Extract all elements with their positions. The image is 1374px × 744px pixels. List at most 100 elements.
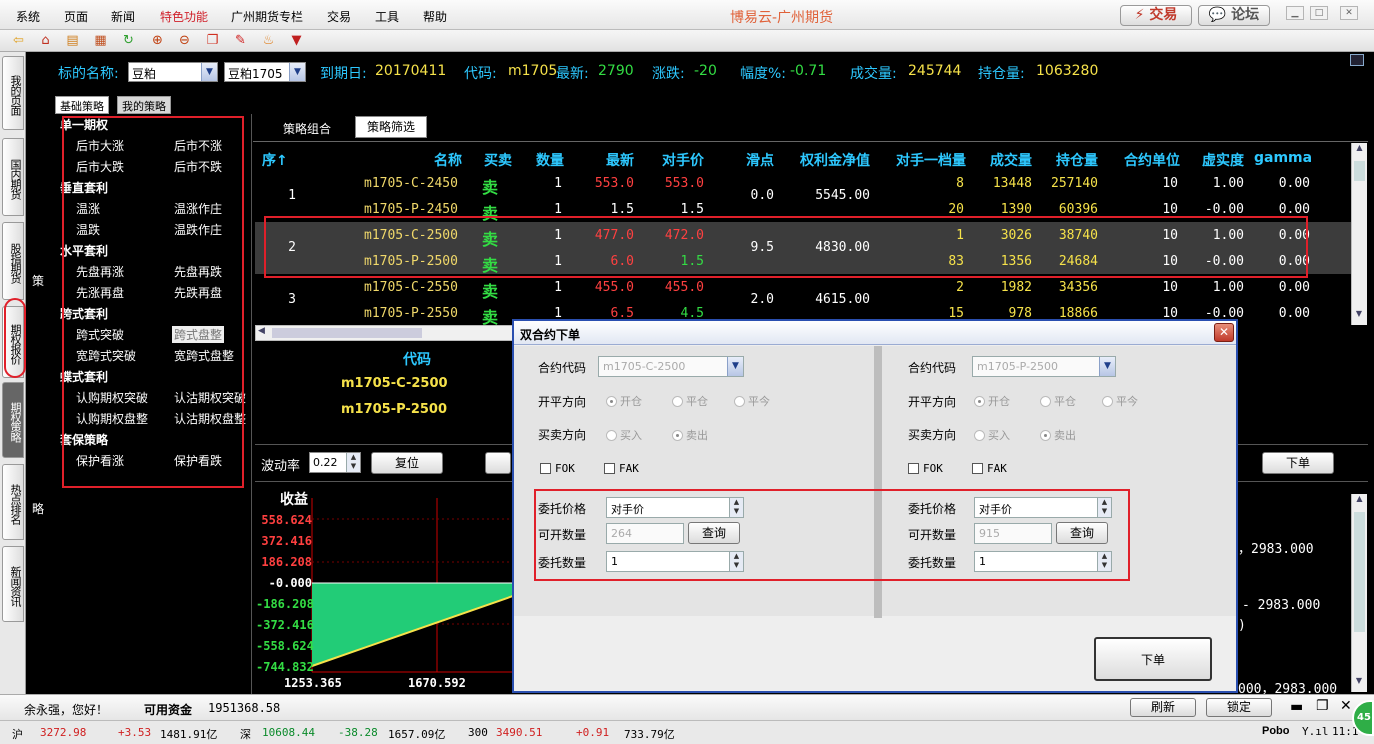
order-button[interactable]: 下单 bbox=[1262, 452, 1334, 474]
right-fok-checkbox[interactable]: FOK bbox=[908, 462, 943, 475]
tab-strategy-filter[interactable]: 策略筛选 bbox=[355, 116, 427, 138]
back-arrow-icon[interactable]: ⇦ bbox=[10, 33, 27, 49]
greeting: 余永强，您好！ bbox=[24, 703, 109, 717]
right-sell-radio[interactable]: 卖出 bbox=[1040, 427, 1076, 443]
menu-trade[interactable]: 交易 bbox=[327, 8, 351, 25]
menu-gzfutures[interactable]: 广州期货专栏 bbox=[231, 8, 303, 25]
menu-features[interactable]: 特色功能 bbox=[160, 8, 208, 25]
refresh-button[interactable]: 刷新 bbox=[1130, 698, 1196, 717]
row-slip: 2.0 bbox=[750, 292, 774, 307]
nav-index-futures[interactable]: 股指期货 bbox=[2, 222, 24, 300]
col-name[interactable]: 名称 bbox=[420, 150, 462, 170]
left-close-today-radio[interactable]: 平今 bbox=[734, 393, 770, 409]
col-premium[interactable]: 权利金净值 bbox=[790, 150, 870, 170]
close-icon[interactable]: ✕ bbox=[1340, 6, 1358, 20]
cell-name: m1705-C-2550 bbox=[364, 280, 458, 295]
vol-input[interactable]: 0.22 ▲ ▼ bbox=[309, 452, 361, 473]
menu-tools[interactable]: 工具 bbox=[375, 8, 399, 25]
col-opp[interactable]: 对手价 bbox=[654, 150, 704, 170]
cell-oi: 60396 bbox=[1058, 202, 1098, 217]
tab-basic-strategy[interactable]: 基础策略 bbox=[55, 96, 109, 114]
y-tick: -372.416 bbox=[256, 618, 314, 632]
minimize-icon[interactable]: ▬ bbox=[1290, 699, 1303, 715]
nav-news[interactable]: 新闻资讯 bbox=[2, 546, 24, 622]
right-qty-input[interactable]: 1 ▲ ▼ bbox=[974, 551, 1112, 572]
right-close-radio[interactable]: 平仓 bbox=[1040, 393, 1076, 409]
right-buy-radio[interactable]: 买入 bbox=[974, 427, 1010, 443]
col-vol[interactable]: 成交量 bbox=[982, 150, 1032, 170]
menu-news[interactable]: 新闻 bbox=[111, 8, 135, 25]
forum-button[interactable]: 💬 论坛 bbox=[1198, 5, 1270, 26]
menu-system[interactable]: 系统 bbox=[16, 8, 40, 25]
cell-gamma: 0.00 bbox=[1278, 280, 1310, 295]
right-code-select[interactable]: m1705-P-2500 ▼ bbox=[972, 356, 1116, 377]
right-scrollbar[interactable]: ▲ ▼ bbox=[1351, 494, 1367, 692]
right-price-select[interactable]: 对手价 ▲ ▼ bbox=[974, 497, 1112, 518]
left-buy-radio[interactable]: 买入 bbox=[606, 427, 642, 443]
tab-strategy-combo[interactable]: 策略组合 bbox=[283, 120, 331, 137]
detail-panel: 代码 m1705-C-2500 m1705-P-2500 bbox=[255, 342, 513, 442]
lock-button[interactable]: 锁定 bbox=[1206, 698, 1272, 717]
reset-button[interactable]: 复位 bbox=[371, 452, 443, 474]
col-last[interactable]: 最新 bbox=[596, 150, 634, 170]
volume-value: 245744 bbox=[908, 63, 962, 79]
left-fak-checkbox[interactable]: FAK bbox=[604, 462, 639, 475]
nav-hot-ranking[interactable]: 热点排名 bbox=[2, 464, 24, 540]
close-icon[interactable]: ✕ bbox=[1340, 698, 1352, 714]
left-code-select[interactable]: m1705-C-2500 ▼ bbox=[598, 356, 744, 377]
book-icon[interactable]: ▤ bbox=[64, 33, 81, 49]
tab-my-strategy[interactable]: 我的策略 bbox=[117, 96, 171, 114]
cell-name: m1705-P-2450 bbox=[364, 202, 458, 217]
strategy-list-highlight bbox=[62, 116, 244, 488]
left-open-radio[interactable]: 开仓 bbox=[606, 393, 642, 409]
y-tick: 372.416 bbox=[261, 534, 312, 548]
table-hscrollbar[interactable]: ◀ bbox=[255, 325, 515, 341]
table-scrollbar[interactable]: ▲ ▼ bbox=[1351, 143, 1367, 325]
zoom-out-icon[interactable]: ⊖ bbox=[176, 33, 193, 49]
right-query-button[interactable]: 查询 bbox=[1056, 522, 1108, 544]
cell-last: 1.5 bbox=[610, 202, 634, 217]
right-open-radio[interactable]: 开仓 bbox=[974, 393, 1010, 409]
home-icon[interactable]: ⌂ bbox=[37, 33, 54, 49]
left-fok-checkbox[interactable]: FOK bbox=[540, 462, 575, 475]
right-fak-checkbox[interactable]: FAK bbox=[972, 462, 1007, 475]
left-code-label: 合约代码 bbox=[538, 361, 587, 375]
col-qty[interactable]: 数量 bbox=[528, 150, 564, 170]
menu-help[interactable]: 帮助 bbox=[423, 8, 447, 25]
menu-page[interactable]: 页面 bbox=[64, 8, 88, 25]
index-ticker: 沪 3272.98 +3.53 1481.91亿 深 10608.44 -38.… bbox=[0, 720, 1374, 744]
nav-option-strategies[interactable]: 期权策略 bbox=[2, 382, 24, 458]
filter-icon[interactable]: ▼ bbox=[288, 33, 305, 49]
contract-select[interactable]: 豆粕1705 ▼ bbox=[224, 62, 306, 82]
cell-opp-vol: 2 bbox=[956, 280, 964, 295]
col-gamma[interactable]: gamma bbox=[1254, 150, 1312, 166]
dialog-close-icon[interactable]: ✕ bbox=[1214, 323, 1234, 342]
minimize-icon[interactable]: ▁ bbox=[1286, 6, 1304, 20]
restore-icon[interactable]: ❐ bbox=[1316, 698, 1329, 714]
col-moneyness[interactable]: 虚实度 bbox=[1194, 150, 1244, 170]
right-close-today-radio[interactable]: 平今 bbox=[1102, 393, 1138, 409]
list-icon[interactable]: ▦ bbox=[92, 33, 109, 49]
col-side[interactable]: 买卖 bbox=[478, 150, 512, 170]
windows-icon[interactable]: ❐ bbox=[204, 33, 221, 49]
col-oi[interactable]: 持仓量 bbox=[1046, 150, 1098, 170]
paint-icon[interactable]: ♨ bbox=[260, 33, 277, 49]
underlying-select[interactable]: 豆粕 ▼ bbox=[128, 62, 218, 82]
dialog-submit-button[interactable]: 下单 bbox=[1094, 637, 1212, 681]
col-seq[interactable]: 序↑ bbox=[262, 150, 292, 170]
refresh-icon[interactable]: ↻ bbox=[120, 33, 137, 49]
col-slip[interactable]: 滑点 bbox=[740, 150, 774, 170]
maximize-icon[interactable]: □ bbox=[1310, 6, 1328, 20]
nav-domestic-futures[interactable]: 国内期货 bbox=[2, 138, 24, 216]
pen-icon[interactable]: ✎ bbox=[232, 33, 249, 49]
last-label: 最新: bbox=[556, 66, 589, 82]
left-sell-radio[interactable]: 卖出 bbox=[672, 427, 708, 443]
col-opp-vol[interactable]: 对手一档量 bbox=[886, 150, 966, 170]
trade-button[interactable]: ⚡ 交易 bbox=[1120, 5, 1192, 26]
nav-my-pages[interactable]: 我的页面 bbox=[2, 56, 24, 130]
left-close-radio[interactable]: 平仓 bbox=[672, 393, 708, 409]
panel-restore-icon[interactable] bbox=[1350, 54, 1364, 66]
hidden-button[interactable] bbox=[485, 452, 511, 474]
zoom-in-icon[interactable]: ⊕ bbox=[149, 33, 166, 49]
col-unit[interactable]: 合约单位 bbox=[1112, 150, 1180, 170]
